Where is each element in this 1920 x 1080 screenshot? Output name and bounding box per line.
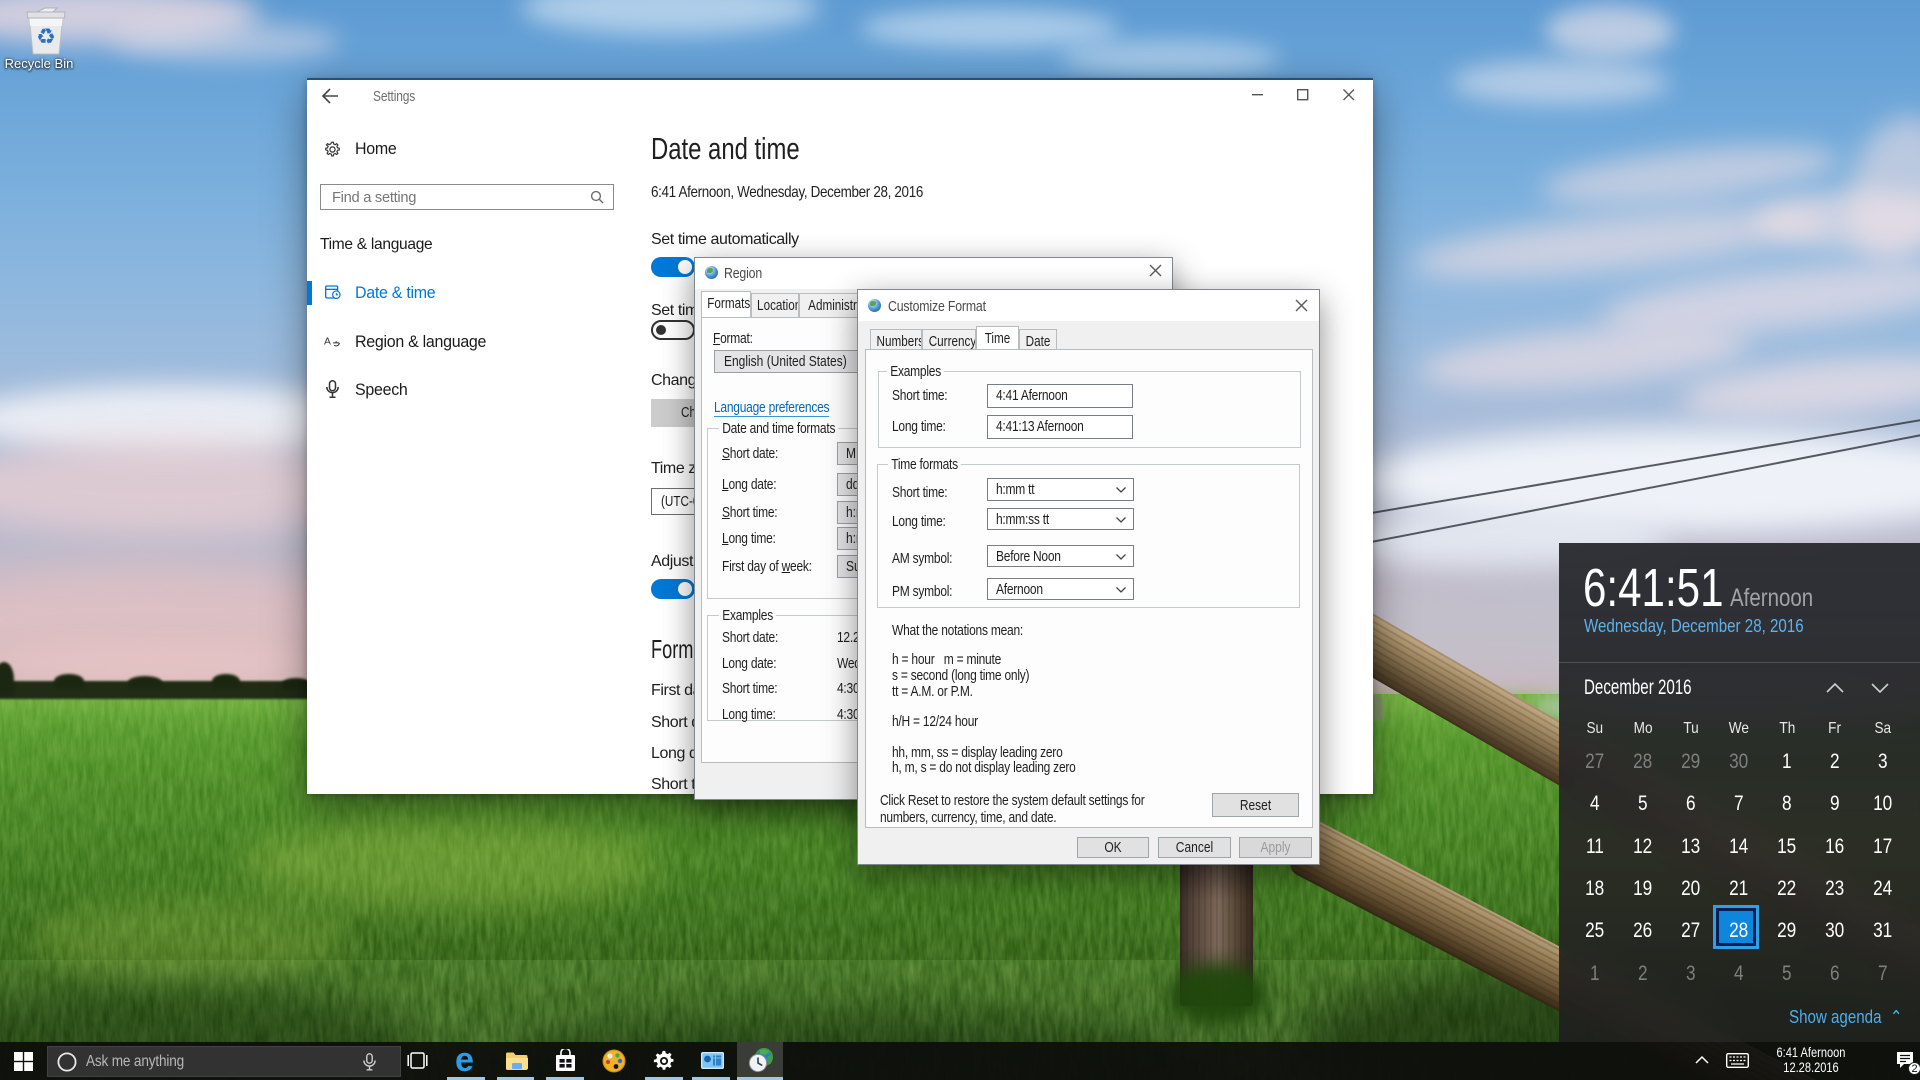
- svg-text:A: A: [324, 336, 331, 347]
- svg-text:♻: ♻: [36, 24, 56, 49]
